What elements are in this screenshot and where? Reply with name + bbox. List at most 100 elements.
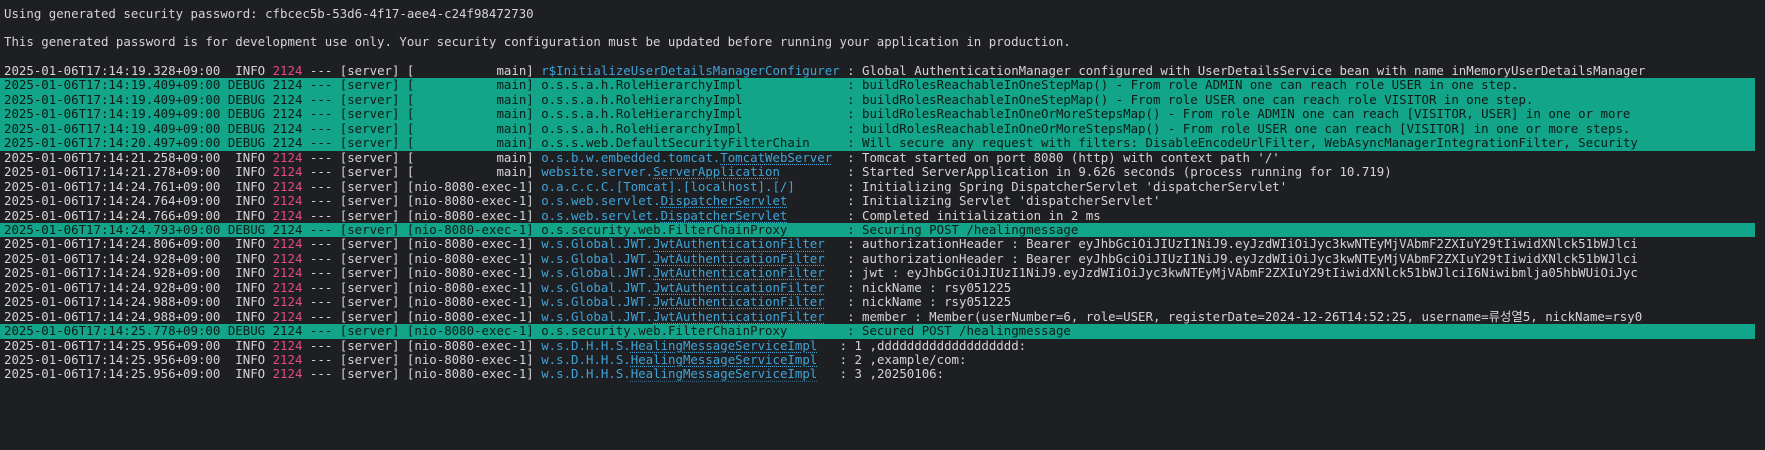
- log-separator: ---: [309, 150, 333, 165]
- log-message: : authorizationHeader : Bearer eyJhbGciO…: [847, 251, 1638, 266]
- log-logger-link[interactable]: HealingMessageServiceImpl: [631, 353, 818, 367]
- log-logger: w.s.Global.JWT.: [541, 309, 654, 324]
- log-thread: [ main]: [406, 92, 534, 107]
- log-logger-link[interactable]: JwtAuthenticationFilter: [653, 281, 825, 295]
- log-thread: [nio-8080-exec-1]: [406, 208, 534, 223]
- log-app: [server]: [339, 92, 400, 107]
- log-logger-link[interactable]: ServerApplication: [653, 165, 780, 179]
- security-warning-line: This generated password is for developme…: [4, 34, 1071, 49]
- log-logger-pad: [840, 122, 847, 136]
- log-logger-link[interactable]: JwtAuthenticationFilter: [653, 310, 825, 324]
- log-pid: 2124: [272, 165, 303, 180]
- log-timestamp: 2025-01-06T17:14:19.409+09:00: [4, 92, 221, 107]
- log-message: : Initializing Servlet 'dispatcherServle…: [847, 194, 1161, 209]
- log-logger-pad: [825, 252, 847, 266]
- log-timestamp: 2025-01-06T17:14:24.793+09:00: [4, 222, 221, 237]
- log-thread: [ main]: [406, 165, 534, 180]
- log-level: DEBUG: [227, 222, 266, 237]
- log-level: INFO: [235, 165, 266, 180]
- log-message: : nickName : rsy051225: [847, 280, 1012, 295]
- log-logger-pad: [840, 107, 847, 121]
- log-app: [server]: [339, 280, 400, 295]
- log-logger: o.s.security.web.FilterChainProxy: [541, 324, 840, 339]
- log-line: 2025-01-06T17:14:24.764+09:00 INFO 2124 …: [0, 194, 1755, 208]
- log-message: : Completed initialization in 2 ms: [847, 208, 1101, 223]
- log-thread: [nio-8080-exec-1]: [406, 266, 534, 281]
- log-line: 2025-01-06T17:14:24.988+09:00 INFO 2124 …: [0, 310, 1755, 324]
- log-app: [server]: [339, 237, 400, 252]
- log-separator: ---: [309, 179, 333, 194]
- log-message: : 1 ,ddddddddddddddddddd:: [839, 338, 1027, 353]
- log-level: INFO: [235, 194, 266, 209]
- log-logger-pad: [780, 165, 847, 179]
- log-line: 2025-01-06T17:14:24.928+09:00 INFO 2124 …: [0, 266, 1755, 280]
- log-pid: 2124: [272, 338, 303, 353]
- log-logger-pad: [787, 209, 847, 223]
- log-logger: w.s.Global.JWT.: [541, 251, 654, 266]
- log-thread: [ main]: [406, 121, 534, 136]
- log-thread: [ main]: [406, 107, 534, 122]
- log-app: [server]: [339, 179, 400, 194]
- log-level: INFO: [235, 179, 266, 194]
- log-logger-link[interactable]: DispatcherServlet: [661, 209, 788, 223]
- log-pid: 2124: [272, 194, 303, 209]
- log-message: : buildRolesReachableInOneOrMoreStepsMap…: [847, 107, 1631, 122]
- log-separator: ---: [309, 222, 333, 237]
- log-logger-link[interactable]: JwtAuthenticationFilter: [653, 252, 825, 266]
- log-separator: ---: [309, 78, 333, 93]
- log-thread: [nio-8080-exec-1]: [406, 237, 534, 252]
- log-logger-link[interactable]: JwtAuthenticationFilter: [653, 266, 825, 280]
- log-pid: 2124: [272, 208, 303, 223]
- log-line: 2025-01-06T17:14:21.278+09:00 INFO 2124 …: [0, 165, 1755, 179]
- log-level: DEBUG: [227, 136, 266, 151]
- log-logger-link[interactable]: HealingMessageServiceImpl: [631, 339, 818, 353]
- log-thread: [nio-8080-exec-1]: [406, 338, 534, 353]
- log-thread: [ main]: [406, 150, 534, 165]
- log-message: : member : Member(userNumber=6, role=USE…: [847, 309, 1643, 324]
- log-logger: o.s.s.a.h.RoleHierarchyImpl: [541, 121, 840, 136]
- log-app: [server]: [339, 222, 400, 237]
- log-logger-pad: [840, 64, 847, 78]
- log-separator: ---: [309, 280, 333, 295]
- log-level: INFO: [235, 295, 266, 310]
- log-message: : Global AuthenticationManager configure…: [847, 64, 1646, 78]
- log-logger-link[interactable]: DispatcherServlet: [661, 194, 788, 208]
- log-app: [server]: [339, 165, 400, 180]
- log-level: INFO: [235, 150, 266, 165]
- log-line: 2025-01-06T17:14:24.761+09:00 INFO 2124 …: [0, 180, 1755, 194]
- log-logger: o.a.c.c.C.[Tomcat].[localhost].[/]: [541, 179, 840, 194]
- log-logger: w.s.Global.JWT.: [541, 280, 654, 295]
- log-pid: 2124: [272, 222, 303, 237]
- log-level: INFO: [235, 266, 266, 281]
- log-timestamp: 2025-01-06T17:14:25.956+09:00: [4, 367, 221, 382]
- log-level: DEBUG: [227, 121, 266, 136]
- log-app: [server]: [339, 194, 400, 209]
- log-pid: 2124: [272, 121, 303, 136]
- log-logger-link[interactable]: JwtAuthenticationFilter: [653, 237, 825, 251]
- log-level: DEBUG: [227, 324, 266, 339]
- log-level: DEBUG: [227, 78, 266, 93]
- log-message: : Tomcat started on port 8080 (http) wit…: [847, 150, 1280, 165]
- log-logger-link[interactable]: HealingMessageServiceImpl: [631, 367, 818, 381]
- log-pid: 2124: [272, 64, 303, 78]
- log-separator: ---: [309, 237, 333, 252]
- log-logger-pad: [840, 223, 847, 237]
- log-logger-pad: [825, 237, 847, 251]
- log-separator: ---: [309, 64, 333, 78]
- log-pid: 2124: [272, 295, 303, 310]
- log-thread: [nio-8080-exec-1]: [406, 194, 534, 209]
- log-logger-pad: [825, 281, 847, 295]
- log-pid: 2124: [272, 179, 303, 194]
- log-logger: w.s.Global.JWT.: [541, 237, 654, 252]
- console-output[interactable]: Using generated security password: cfbce…: [0, 0, 1765, 450]
- log-separator: ---: [309, 107, 333, 122]
- log-pid: 2124: [272, 266, 303, 281]
- log-timestamp: 2025-01-06T17:14:24.988+09:00: [4, 309, 221, 324]
- security-password-line: Using generated security password: cfbce…: [4, 6, 534, 21]
- log-line: 2025-01-06T17:14:20.497+09:00 DEBUG 2124…: [0, 136, 1755, 151]
- log-timestamp: 2025-01-06T17:14:24.806+09:00: [4, 237, 221, 252]
- log-pid: 2124: [272, 107, 303, 122]
- log-logger-link[interactable]: JwtAuthenticationFilter: [653, 295, 825, 309]
- log-message: : buildRolesReachableInOneStepMap() - Fr…: [847, 92, 1534, 107]
- log-logger-link[interactable]: TomcatWebServer: [720, 151, 832, 165]
